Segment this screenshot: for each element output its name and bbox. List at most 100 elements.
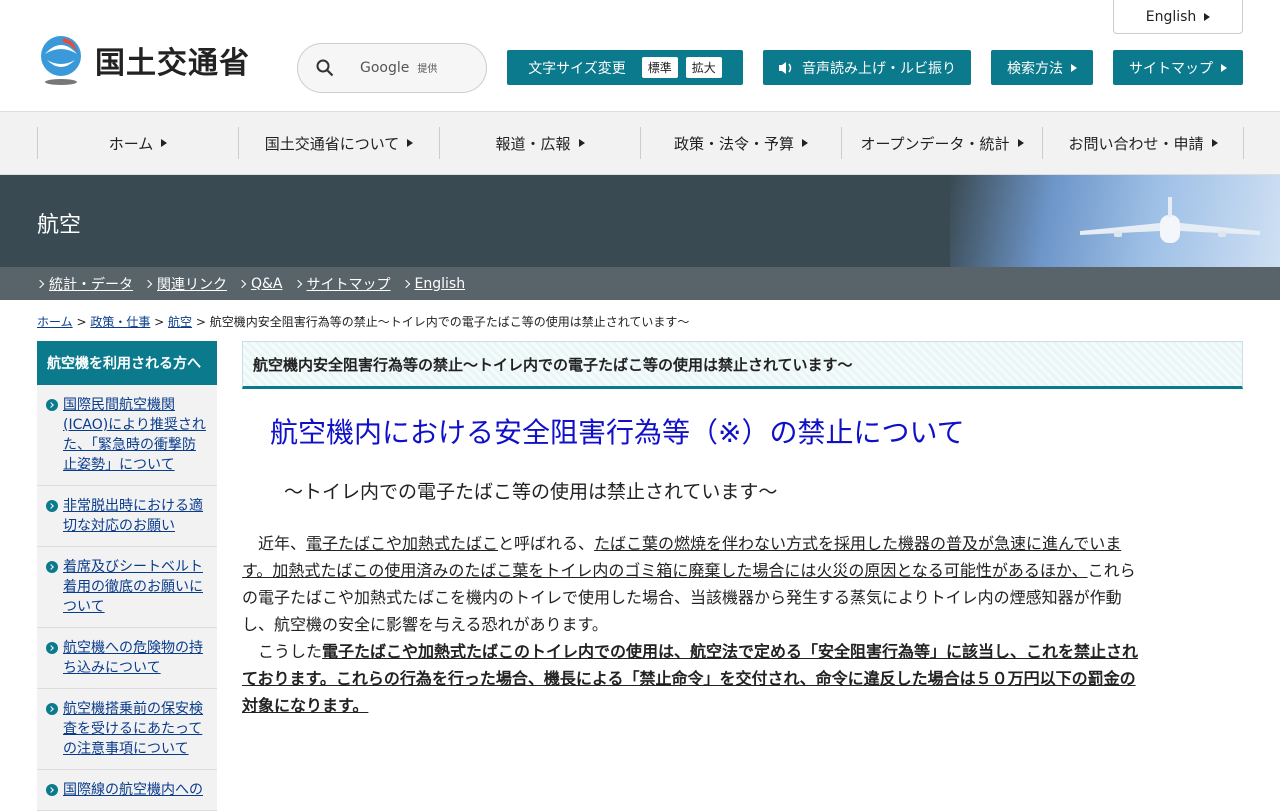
mlit-logo-icon [41,36,81,85]
section-title: 航空 [37,213,82,238]
google-label: Google [360,60,410,76]
sidebar-item[interactable]: 着席及びシートベルト着用の徹底のお願いについて [37,547,217,628]
search-method-button[interactable]: 検索方法 [991,50,1093,85]
sidebar-link[interactable]: 着席及びシートベルト着用の徹底のお願いについて [63,559,203,615]
airplane-icon [1080,197,1260,243]
triangle-right-icon [1204,12,1211,21]
search-method-label: 検索方法 [1007,60,1063,77]
bullet-arrow-icon [46,500,58,512]
bullet-arrow-icon [46,642,58,654]
sidebar-item[interactable]: 国際民間航空機関(ICAO)により推奨された、「緊急時の衝撃防止姿勢」について [37,385,217,486]
chevron-right-icon [35,279,45,288]
sidebar-link[interactable]: 国際民間航空機関(ICAO)により推奨された、「緊急時の衝撃防止姿勢」について [63,397,206,473]
search-box[interactable]: Google 提供 [297,43,487,93]
sitemap-label: サイトマップ [1129,60,1213,77]
article-body: 近年、電子たばこや加熱式たばこと呼ばれる、たばこ葉の燃焼を伴わない方式を採用した… [242,530,1142,719]
gnav-label: ホーム [108,134,154,153]
sidebar-item[interactable]: 航空機搭乗前の保安検査を受けるにあたっての注意事項について [37,689,217,770]
triangle-right-icon [161,139,168,147]
gnav-label: 政策・法令・予算 [673,134,794,153]
provided-label: 提供 [417,64,438,75]
bullet-arrow-icon [46,784,58,796]
gnav-label: 国土交通省について [264,134,400,153]
subnav-english[interactable]: English [401,275,466,292]
logo-text: 国土交通省 [95,46,250,81]
breadcrumb-policy[interactable]: 政策・仕事 [90,315,150,329]
gnav-label: お問い合わせ・申請 [1068,134,1204,153]
breadcrumb: ホーム > 政策・仕事 > 航空 > 航空機内安全阻害行為等の禁止～トイレ内での… [37,313,689,330]
breadcrumb-home[interactable]: ホーム [37,315,73,329]
breadcrumb-current: 航空機内安全阻害行為等の禁止～トイレ内での電子たばこ等の使用は禁止されています～ [209,315,690,329]
global-nav: ホーム 国土交通省について 報道・広報 政策・法令・予算 オープンデータ・統計 … [0,112,1280,175]
triangle-right-icon [802,139,808,147]
chevron-right-icon [293,279,302,288]
sidebar-item[interactable]: 航空機への危険物の持ち込みについて [37,628,217,689]
sidebar-item[interactable]: 国際線の航空機内への [37,770,217,811]
font-standard-button[interactable]: 標準 [641,57,678,78]
site-logo[interactable]: 国土交通省 [37,34,250,86]
sidebar-link[interactable]: 国際線の航空機内への [63,782,203,798]
gnav-label: オープンデータ・統計 [860,134,1010,153]
sidebar-link[interactable]: 非常脱出時における適切な対応のお願い [63,498,203,534]
breadcrumb-aviation[interactable]: 航空 [168,315,192,329]
bold-underlined-text: 電子たばこや加熱式たばこのトイレ内での使用は、航空法で定める「安全阻害行為等」に… [242,642,1139,715]
gnav-about[interactable]: 国土交通省について [238,127,439,159]
sidebar: 航空機を利用される方へ 国際民間航空機関(ICAO)により推奨された、「緊急時の… [37,341,217,811]
section-subnav: 統計・データ 関連リンク Q&A サイトマップ English [0,267,1280,300]
gnav-contact[interactable]: お問い合わせ・申請 [1042,127,1244,159]
gnav-policy[interactable]: 政策・法令・予算 [640,127,841,159]
chevron-right-icon [143,279,153,288]
sidebar-link[interactable]: 航空機への危険物の持ち込みについて [63,640,203,676]
breadcrumb-sep: > [150,315,169,329]
bullet-arrow-icon [46,561,58,573]
page-title: 航空機内安全阻害行為等の禁止～トイレ内での電子たばこ等の使用は禁止されています～ [242,341,1243,389]
site-header: 国土交通省 Google 提供 English 文字サイズ変更 標準 拡大 音声読… [0,0,1280,112]
section-hero: 航空 [0,175,1280,267]
subnav-label: English [414,275,466,292]
triangle-right-icon [1221,63,1227,72]
chevron-right-icon [401,279,410,288]
speaker-icon [779,61,792,74]
gnav-press[interactable]: 報道・広報 [439,127,640,159]
breadcrumb-sep: > [192,315,210,329]
bullet-arrow-icon [46,399,58,411]
gnav-home[interactable]: ホーム [37,127,238,159]
gnav-label: 報道・広報 [495,134,571,153]
search-provider: Google 提供 [360,60,437,76]
subnav-label: Q&A [251,275,283,292]
breadcrumb-sep: > [72,315,91,329]
font-large-button[interactable]: 拡大 [685,57,722,78]
subnav-links[interactable]: 関連リンク [143,274,227,294]
english-link[interactable]: English [1113,0,1243,34]
article-subheading: ～トイレ内での電子たばこ等の使用は禁止されています～ [284,481,778,503]
voice-label: 音声読み上げ・ルビ振り [802,60,956,77]
subnav-label: サイトマップ [306,276,391,293]
bullet-arrow-icon [46,703,58,715]
subnav-label: 統計・データ [49,276,133,293]
main-content: 航空機内安全阻害行為等の禁止～トイレ内での電子たばこ等の使用は禁止されています～… [242,341,1243,719]
subnav-stats[interactable]: 統計・データ [35,274,133,294]
font-size-label: 文字サイズ変更 [528,60,626,77]
triangle-right-icon [407,139,414,147]
search-icon[interactable] [316,59,334,77]
gnav-opendata[interactable]: オープンデータ・統計 [841,127,1042,159]
english-label: English [1145,8,1197,25]
paragraph-text: 近年、 [242,534,307,553]
sidebar-heading: 航空機を利用される方へ [37,341,217,385]
paragraph-text: こうした [242,642,323,661]
triangle-right-icon [1071,63,1077,72]
subnav-sitemap[interactable]: サイトマップ [293,274,391,294]
sidebar-link[interactable]: 航空機搭乗前の保安検査を受けるにあたっての注意事項について [63,701,203,757]
triangle-right-icon [578,139,585,147]
sidebar-item[interactable]: 非常脱出時における適切な対応のお願い [37,486,217,547]
subnav-label: 関連リンク [157,276,227,293]
voice-reading-button[interactable]: 音声読み上げ・ルビ振り [763,50,971,85]
sitemap-button[interactable]: サイトマップ [1113,50,1243,85]
article-heading: 航空機内における安全阻害行為等（※）の禁止について [270,416,965,449]
paragraph-text: と呼ばれる、 [498,534,595,553]
triangle-right-icon [1211,139,1218,147]
chevron-right-icon [237,279,247,288]
underlined-text: 電子たばこや加熱式たばこ [306,534,499,553]
subnav-qa[interactable]: Q&A [237,275,283,292]
triangle-right-icon [1017,139,1024,147]
